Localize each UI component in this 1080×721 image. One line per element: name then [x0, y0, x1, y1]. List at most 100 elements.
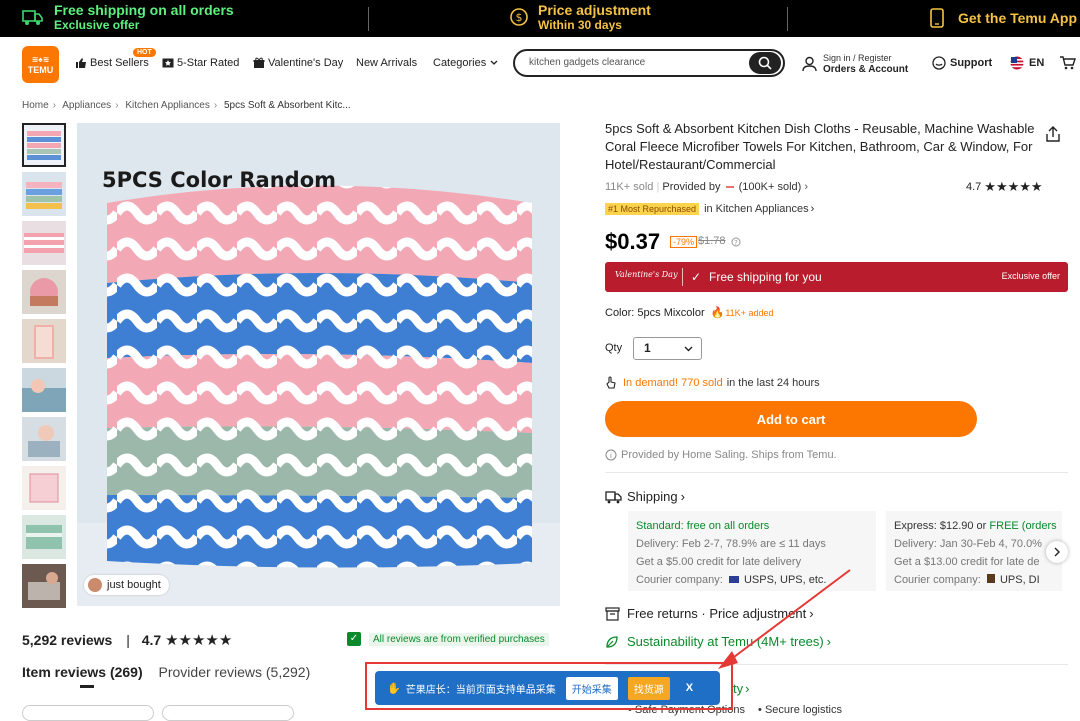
- share-icon: [1046, 126, 1060, 142]
- temu-logo[interactable]: ≋♠≋ TEMU: [22, 46, 59, 83]
- vday-logo: Valentine's Day: [615, 270, 678, 279]
- support-chat-icon: [932, 56, 946, 70]
- check-icon: ✓: [691, 270, 702, 284]
- orders-label: Orders & Account: [823, 64, 909, 75]
- phone-icon: [930, 8, 944, 28]
- express-head-a: Express: $12.90 or: [894, 520, 987, 532]
- free-shipping-label: Free shipping for you: [709, 270, 822, 284]
- avatar: [88, 578, 102, 592]
- price-info-icon[interactable]: ?: [731, 236, 741, 250]
- valentines-banner: Valentine's Day ✓ Free shipping for you …: [605, 262, 1068, 292]
- get-app-promo[interactable]: Get the Temu App: [930, 8, 1077, 28]
- search-icon: [758, 56, 772, 70]
- tab-item-reviews[interactable]: Item reviews (269): [22, 664, 143, 680]
- color-row: Color: 5pcs Mixcolor 🔥 11K+ added: [605, 306, 774, 320]
- promo-shipping-sub: Exclusive offer: [54, 18, 140, 32]
- verified-text: All reviews are from verified purchases: [369, 632, 549, 646]
- free-shipping-promo[interactable]: Free shipping on all orders Exclusive of…: [22, 2, 234, 32]
- share-button[interactable]: [1044, 125, 1062, 146]
- rank-row[interactable]: #1 Most Repurchased in Kitchen Appliance…: [605, 203, 814, 215]
- secure-logistics: Secure logistics: [764, 704, 843, 716]
- dollar-clock-icon: $: [510, 8, 528, 26]
- thumbnail-6[interactable]: [22, 368, 66, 412]
- plugin-text: 芒果店长：当前页面支持单品采集: [405, 684, 556, 696]
- quantity-select[interactable]: 1: [633, 337, 702, 360]
- provider-sold[interactable]: (100K+ sold): [739, 181, 802, 193]
- main-product-image[interactable]: 5PCS Color Random: [77, 123, 560, 606]
- review-stars: ★★★★★: [165, 632, 233, 649]
- mango-icon: ✋: [387, 682, 401, 695]
- cart-icon: [1060, 56, 1076, 70]
- account-menu[interactable]: Sign in / Register Orders & Account: [802, 53, 908, 75]
- promo-price-sub: Within 30 days: [538, 18, 622, 32]
- shipping-title: Shipping: [627, 489, 678, 504]
- info-icon: i: [605, 449, 617, 461]
- nav-label: Best Sellers: [90, 57, 149, 69]
- lang-label: EN: [1029, 57, 1045, 69]
- review-count: 5,292 reviews: [22, 632, 113, 648]
- nav-valentines[interactable]: Valentine's Day: [253, 57, 343, 69]
- demand-row: In demand! 770 sold in the last 24 hours: [605, 376, 820, 389]
- image-overlay-text: 5PCS Color Random: [102, 168, 336, 192]
- thumbnail-10[interactable]: [22, 564, 66, 608]
- product-rating[interactable]: 4.7 ★★★★★: [966, 179, 1043, 195]
- crumb-appliances[interactable]: Appliances: [62, 100, 111, 111]
- sold-row: 11K+ sold | Provided by (100K+ sold) ›: [605, 181, 809, 193]
- nav-best-sellers[interactable]: Best Sellers: [75, 57, 149, 69]
- thumbnail-4[interactable]: [22, 270, 66, 314]
- thumbnail-5[interactable]: [22, 319, 66, 363]
- nav-new-arrivals[interactable]: New Arrivals: [356, 57, 417, 69]
- rating-stars: ★★★★★: [984, 179, 1043, 194]
- rank-category: in Kitchen Appliances: [704, 203, 809, 215]
- svg-text:$: $: [516, 11, 523, 24]
- find-source-button[interactable]: 找货源: [627, 676, 670, 700]
- crumb-kitchen[interactable]: Kitchen Appliances: [125, 100, 210, 111]
- price-adjustment-promo[interactable]: $ Price adjustment Within 30 days: [508, 2, 651, 32]
- fire-icon: 🔥: [710, 307, 725, 319]
- qty-value: 1: [644, 341, 651, 355]
- thumbs-up-icon: [76, 58, 86, 68]
- color-added: 11K+ added: [725, 307, 774, 318]
- just-bought-toast: just bought: [84, 575, 169, 595]
- thumbnail-8[interactable]: [22, 466, 66, 510]
- tab-underline: [80, 685, 94, 688]
- review-filter-chip[interactable]: [162, 705, 294, 721]
- demand-rest: in the last 24 hours: [726, 376, 820, 389]
- thumbnail-9[interactable]: [22, 515, 66, 559]
- crumb-home[interactable]: Home: [22, 100, 49, 111]
- svg-text:?: ?: [734, 239, 738, 247]
- hand-icon: [606, 376, 616, 389]
- language-selector[interactable]: EN: [1010, 56, 1044, 70]
- shipping-header[interactable]: Shipping ›: [605, 489, 685, 504]
- search-button[interactable]: [749, 52, 781, 74]
- search-input[interactable]: [527, 56, 741, 69]
- express-delivery: Delivery: Jan 30-Feb 4, 70.0%: [894, 538, 1042, 550]
- nav-label: Categories: [433, 57, 487, 69]
- thumbnail-2[interactable]: [22, 172, 66, 216]
- old-price: $1.78: [698, 235, 726, 247]
- start-collect-button[interactable]: 开始采集: [565, 676, 618, 700]
- nav-label: 5-Star Rated: [177, 57, 240, 69]
- ups-icon: [986, 574, 995, 583]
- provider-logo-icon[interactable]: [725, 186, 734, 189]
- demand-hot: In demand! 770 sold: [623, 376, 723, 389]
- security-link[interactable]: ty ›: [733, 681, 749, 696]
- thumbnail-1[interactable]: [22, 123, 66, 167]
- nav-categories[interactable]: Categories: [433, 57, 502, 69]
- shield-check-icon: ✓: [347, 632, 361, 646]
- express-couriers: UPS, DI: [999, 574, 1040, 586]
- nav-five-star[interactable]: 5-Star Rated: [162, 57, 239, 69]
- review-filter-chip[interactable]: [22, 705, 154, 721]
- express-head-b: FREE (orders: [989, 520, 1057, 532]
- support-link[interactable]: Support: [932, 56, 992, 70]
- add-to-cart-button[interactable]: Add to cart: [605, 401, 977, 437]
- review-tabs: Item reviews (269) Provider reviews (5,2…: [22, 664, 310, 680]
- chevron-down-icon: [684, 346, 693, 352]
- tab-provider-reviews[interactable]: Provider reviews (5,292): [159, 664, 311, 680]
- shipping-next-button[interactable]: [1046, 541, 1068, 563]
- thumbnail-3[interactable]: [22, 221, 66, 265]
- cart-button[interactable]: [1059, 55, 1076, 74]
- close-plugin-button[interactable]: X: [686, 682, 693, 694]
- thumbnail-7[interactable]: [22, 417, 66, 461]
- signin-label: Sign in / Register: [823, 53, 892, 63]
